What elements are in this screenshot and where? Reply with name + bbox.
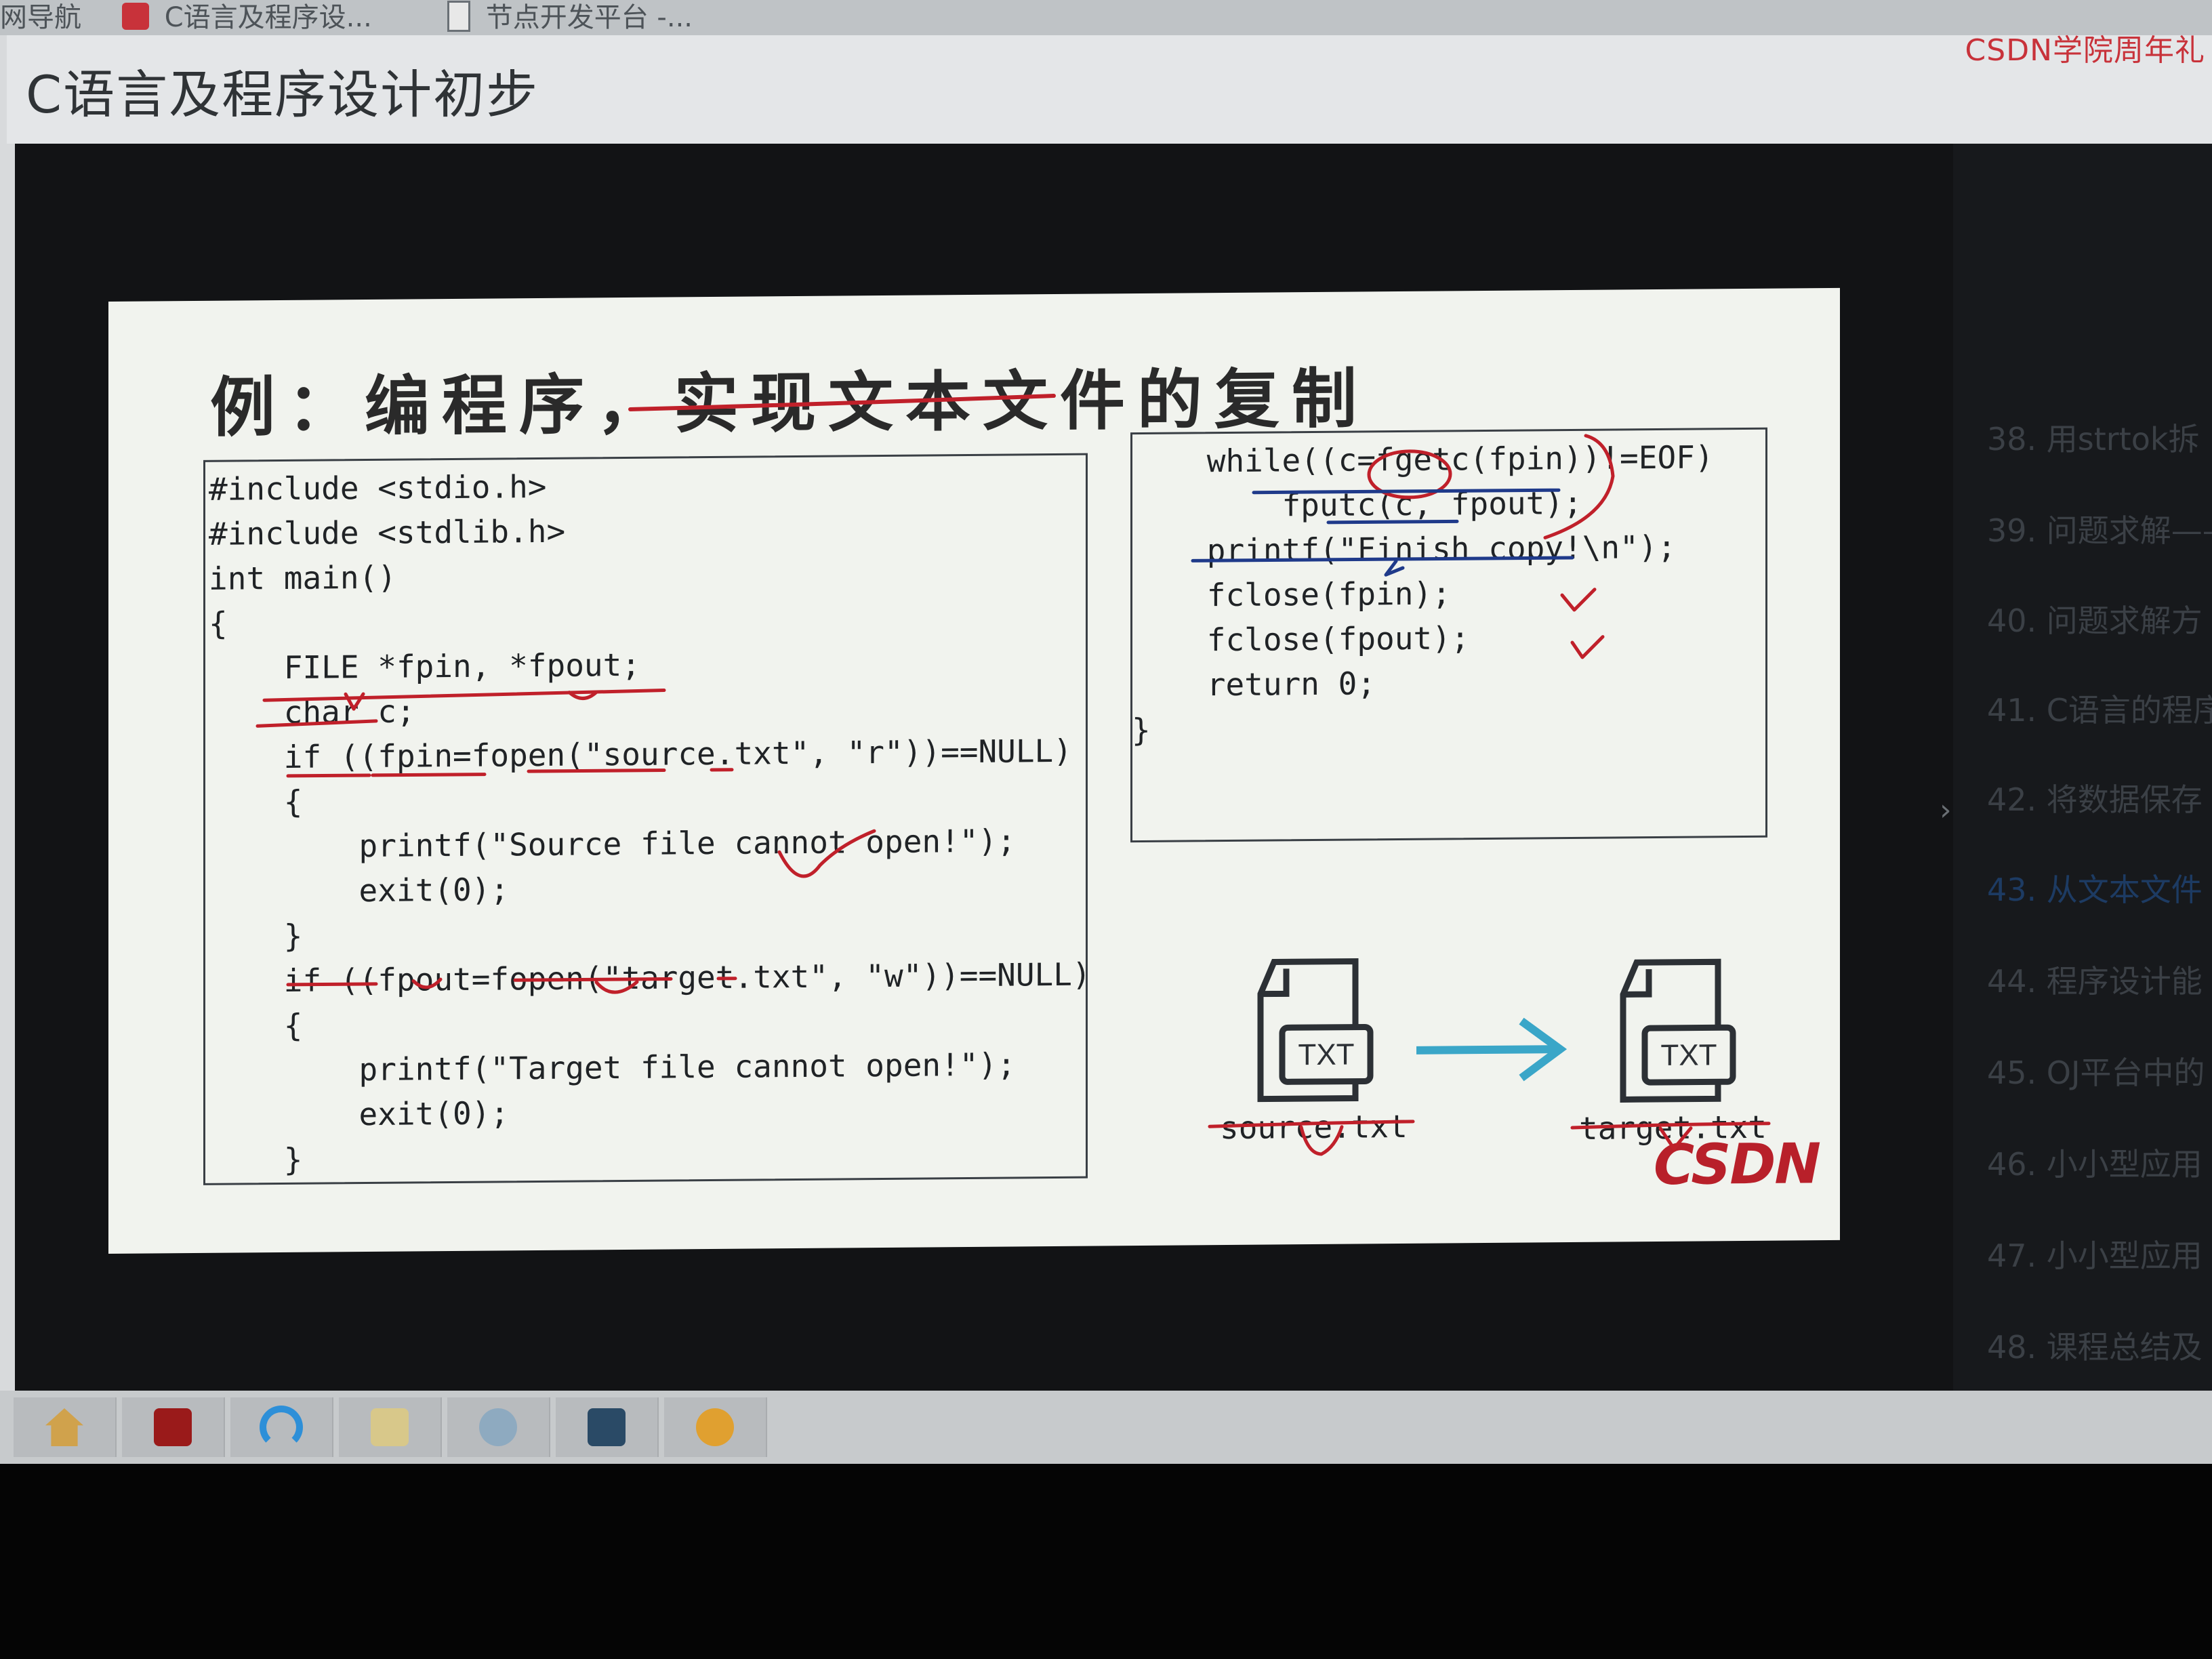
copy-arrow-icon: [1416, 1017, 1568, 1082]
code-line: exit(0);: [209, 871, 510, 910]
taskbar-pdf-button[interactable]: [122, 1397, 225, 1457]
code-line: while((c=fgetc(fpin))!=EOF): [1132, 438, 1714, 480]
code-line: return 0;: [1132, 665, 1376, 704]
code-line: }: [209, 917, 303, 955]
code-line: FILE *fpin, *fpout;: [209, 646, 640, 687]
csdn-logo: CSDN: [1654, 1132, 1820, 1198]
folder-icon: [371, 1408, 409, 1446]
txt-file-icon: TXT: [1257, 958, 1374, 1103]
code-line: printf("Target file cannot open!");: [209, 1046, 1016, 1089]
playlist-item[interactable]: 42. 将数据保存: [1987, 775, 2203, 820]
taskbar-browser-button[interactable]: [230, 1397, 333, 1457]
txt-file-icon: TXT: [1620, 958, 1736, 1103]
code-line: printf("Finish copy!\n");: [1132, 528, 1677, 570]
browser-tab-platform[interactable]: 节点开发平台 -...: [447, 0, 693, 35]
target-icon-text: TXT: [1660, 1038, 1717, 1072]
lecture-slide: 例：编程序，实现文本文件的复制 #include <stdio.h> #inclu…: [108, 287, 1840, 1254]
source-file-label: source.txt: [1220, 1107, 1408, 1147]
taskbar-folder-button[interactable]: [339, 1397, 442, 1457]
tab-label: 节点开发平台 -...: [485, 2, 693, 33]
code-line: #include <stdlib.h>: [209, 512, 566, 552]
taskbar-home-button[interactable]: [14, 1397, 117, 1457]
app-grid-icon: [588, 1408, 626, 1446]
playlist-toggle-arrow-icon[interactable]: ›: [1940, 793, 1952, 827]
code-line: fputc(c, fpout);: [1132, 484, 1582, 525]
taskbar-swirl-button[interactable]: [664, 1397, 767, 1457]
code-line: if ((fpout=fopen("target.txt", "w"))==NU…: [209, 956, 1091, 1000]
playlist-item-active[interactable]: 43. 从文本文件: [1987, 865, 2203, 910]
code-line: if ((fpin=fopen("source.txt", "r"))==NUL…: [209, 732, 1072, 776]
promo-banner[interactable]: CSDN学院周年礼: [1965, 26, 2205, 69]
code-line: int main(): [209, 558, 396, 597]
pdf-icon: [154, 1408, 192, 1446]
course-playlist: 38. 用strtok拆 39. 问题求解—— 40. 问题求解方 41. C语…: [1953, 144, 2212, 1391]
code-line: exit(0);: [209, 1094, 510, 1134]
taskbar-app-button[interactable]: [556, 1397, 659, 1457]
playlist-item[interactable]: 48. 课程总结及: [1987, 1323, 2203, 1368]
code-line: fclose(fpin);: [1132, 575, 1451, 615]
swirl-icon: [696, 1408, 734, 1446]
code-line: fclose(fpout);: [1132, 619, 1470, 659]
playlist-item[interactable]: 41. C语言的程序: [1987, 686, 2212, 731]
taskbar: [0, 1391, 2212, 1464]
browser-icon: [260, 1406, 303, 1449]
home-icon: [45, 1408, 83, 1446]
code-line: }: [1132, 711, 1151, 749]
playlist-item[interactable]: 47. 小小型应用: [1987, 1231, 2203, 1276]
playlist-item[interactable]: 38. 用strtok拆: [1987, 415, 2200, 459]
code-line: {: [209, 605, 228, 642]
playlist-item[interactable]: 46. 小小型应用: [1987, 1140, 2203, 1185]
tab-label: C语言及程序设...: [164, 2, 372, 33]
browser-tab-course[interactable]: C语言及程序设...: [122, 0, 372, 35]
code-line: char c;: [209, 693, 415, 731]
code-block-left: #include <stdio.h> #include <stdlib.h> int…: [209, 459, 1103, 1185]
code-line: {: [209, 1006, 303, 1044]
code-line: }: [209, 1141, 303, 1179]
playlist-item[interactable]: 45. OJ平台中的: [1987, 1048, 2205, 1093]
code-block-right: while((c=fgetc(fpin))!=EOF) fputc(c, fpo…: [1132, 434, 1772, 859]
playlist-item[interactable]: 44. 程序设计能: [1987, 957, 2203, 1002]
monitor-screen: 网导航 C语言及程序设... 节点开发平台 -... C语言及程序设计初步 CS…: [0, 0, 2212, 1464]
source-icon-text: TXT: [1298, 1038, 1354, 1072]
playlist-item[interactable]: 39. 问题求解——: [1987, 506, 2212, 551]
desk-surface: [0, 1464, 2212, 1659]
code-line: {: [209, 783, 303, 821]
browser-tab-bar: 网导航 C语言及程序设... 节点开发平台 -...: [0, 0, 2212, 35]
browser-tab-nav[interactable]: 网导航: [0, 0, 81, 35]
playlist-item[interactable]: 40. 问题求解方: [1987, 596, 2203, 641]
tab-label: 网导航: [0, 2, 81, 33]
code-line: #include <stdio.h>: [209, 468, 547, 508]
media-icon: [479, 1408, 517, 1446]
csdn-favicon-icon: [122, 3, 149, 30]
taskbar-media-button[interactable]: [447, 1397, 550, 1457]
code-line: printf("Source file cannot open!");: [209, 822, 1016, 865]
page-title: C语言及程序设计初步: [26, 64, 539, 125]
page-favicon-icon: [447, 1, 470, 32]
